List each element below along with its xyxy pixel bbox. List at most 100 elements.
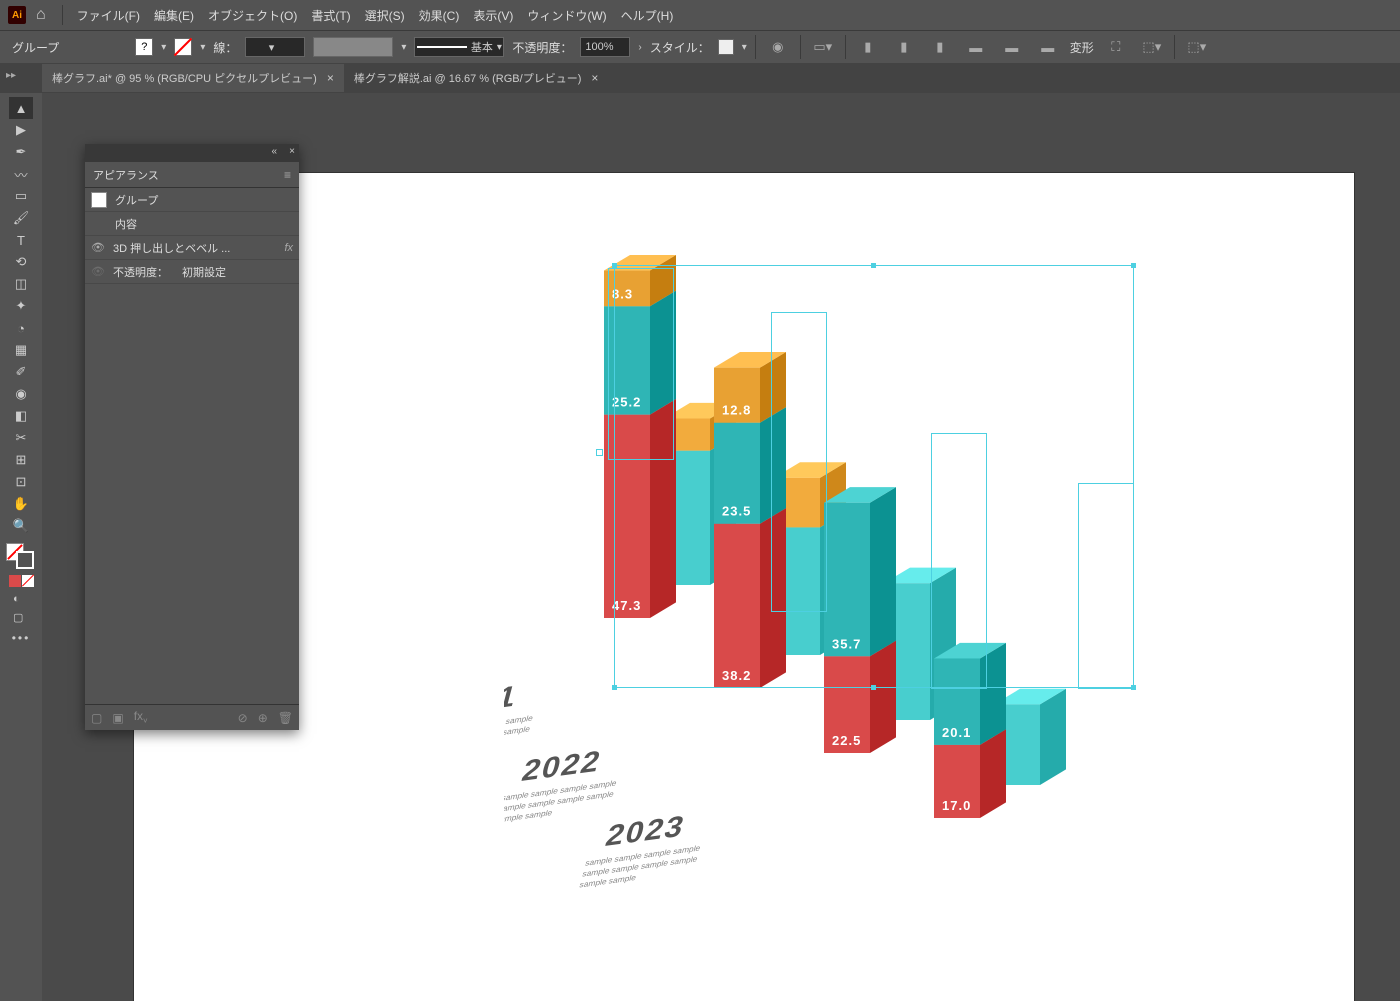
appearance-row-content[interactable]: 内容 (85, 212, 299, 236)
opacity-label: 不透明度： (512, 39, 572, 56)
clear-icon[interactable]: ⊘ (238, 711, 248, 725)
menu-view[interactable]: 表示(V) (467, 7, 519, 24)
eyedropper-tool[interactable]: ✐ (9, 361, 33, 383)
transform-icon-2[interactable]: ⬚▾ (1138, 35, 1166, 59)
fill-stroke-swatches[interactable] (6, 543, 36, 571)
appearance-row-opacity[interactable]: 👁 不透明度： 初期設定 (85, 260, 299, 284)
slice-tool[interactable]: ⊡ (9, 471, 33, 493)
menu-edit[interactable]: 編集(E) (148, 7, 200, 24)
edit-toolbar-icon[interactable]: ••• (12, 631, 31, 645)
align-icon[interactable]: ▭▾ (809, 35, 837, 59)
width-tool[interactable]: ✦ (9, 295, 33, 317)
fill-swatch[interactable]: ? (135, 38, 153, 56)
paintbrush-tool[interactable]: 🖌 (9, 207, 33, 229)
appearance-row-effect[interactable]: 👁 3D 押し出しとベベル ... fx (85, 236, 299, 260)
blend-tool[interactable]: ◉ (9, 383, 33, 405)
svg-text:sample sample sample sample: sample sample sample sample (504, 724, 532, 749)
svg-text:47.3: 47.3 (612, 598, 641, 613)
delete-icon[interactable]: 🗑 (278, 711, 293, 725)
style-swatch[interactable] (718, 39, 734, 55)
appearance-panel[interactable]: « × アピアランス ≡ グループ 内容 👁 3D 押し出しとベベル ... f… (85, 144, 299, 730)
scissors-tool[interactable]: ✂ (9, 427, 33, 449)
menu-file[interactable]: ファイル(F) (71, 7, 146, 24)
selection-tool[interactable]: ▲ (9, 97, 33, 119)
color-mode-toggle[interactable] (9, 575, 34, 587)
menu-window[interactable]: ウィンドウ(W) (521, 7, 612, 24)
align-hcenter-icon[interactable]: ▮ (890, 35, 918, 59)
menu-help[interactable]: ヘルプ(H) (615, 7, 680, 24)
thumbnail-icon (91, 192, 107, 208)
fx-icon[interactable]: fx (284, 242, 293, 254)
application-menubar: Ai ⌂ ファイル(F) 編集(E) オブジェクト(O) 書式(T) 選択(S)… (0, 0, 1400, 30)
tab-label: 棒グラフ解説.ai @ 16.67 % (RGB/プレビュー) (354, 70, 582, 86)
duplicate-icon[interactable]: ⊕ (258, 711, 268, 725)
menu-object[interactable]: オブジェクト(O) (202, 7, 303, 24)
appearance-row-group[interactable]: グループ (85, 188, 299, 212)
zoom-tool[interactable]: 🔍 (9, 515, 33, 537)
gradient-tool[interactable]: ▦ (9, 339, 33, 361)
isolate-icon[interactable]: ⬚▾ (1183, 35, 1211, 59)
artboard-tool[interactable]: ⊞ (9, 449, 33, 471)
new-fill-icon[interactable]: ▣ (112, 711, 123, 725)
transform-label[interactable]: 変形 (1070, 39, 1094, 56)
svg-text:8.3: 8.3 (612, 286, 633, 301)
stroke-weight-dropdown[interactable]: ▾ (245, 37, 305, 57)
artboard: 47.325.28.32020sample sample sample samp… (134, 173, 1354, 1001)
add-effect-icon[interactable]: fx˅ (134, 709, 148, 725)
align-right-icon[interactable]: ▮ (926, 35, 954, 59)
svg-text:25.2: 25.2 (612, 395, 641, 410)
svg-text:35.7: 35.7 (832, 636, 861, 651)
row-label: 3D 押し出しとベベル ... (113, 240, 230, 256)
curvature-tool[interactable]: 〰 (9, 163, 33, 185)
svg-text:23.5: 23.5 (722, 504, 751, 519)
draw-mode-icon[interactable]: ◐ (13, 593, 29, 607)
type-tool[interactable]: T (9, 229, 33, 251)
stroke-profile[interactable]: 基本 ▾ (414, 37, 504, 57)
collapse-icon[interactable]: « (271, 146, 277, 157)
eraser-tool[interactable]: ◧ (9, 405, 33, 427)
panel-expander-icon[interactable]: ▸▸ (6, 70, 16, 81)
row-label: 不透明度： (113, 264, 168, 280)
left-toolbar: ▲ ▶ ✒ 〰 ▭ 🖌 T ⟲ ◫ ✦ ◔ ▦ ✐ ◉ ◧ ✂ ⊞ ⊡ ✋ 🔍 … (0, 93, 42, 1001)
opacity-value[interactable]: 100% (580, 37, 630, 57)
align-left-icon[interactable]: ▮ (854, 35, 882, 59)
shapebuilder-tool[interactable]: ◔ (9, 317, 33, 339)
menu-select[interactable]: 選択(S) (359, 7, 411, 24)
scale-tool[interactable]: ◫ (9, 273, 33, 295)
panel-header[interactable]: « × (85, 144, 299, 162)
hand-tool[interactable]: ✋ (9, 493, 33, 515)
tab-document-2[interactable]: 棒グラフ解説.ai @ 16.67 % (RGB/プレビュー) × (344, 64, 609, 92)
visibility-icon[interactable]: 👁 (91, 241, 105, 254)
rectangle-tool[interactable]: ▭ (9, 185, 33, 207)
document-tabbar: ▸▸ 棒グラフ.ai* @ 95 % (RGB/CPU ピクセルプレビュー) ×… (0, 63, 1400, 93)
rotate-tool[interactable]: ⟲ (9, 251, 33, 273)
transform-icon-1[interactable]: ⛶ (1102, 35, 1130, 59)
panel-tab-appearance[interactable]: アピアランス (93, 167, 159, 183)
stroke-color-box[interactable] (313, 37, 393, 57)
bar-chart-3d: 47.325.28.32020sample sample sample samp… (504, 178, 1254, 908)
visibility-icon[interactable]: 👁 (91, 265, 105, 278)
tab-document-1[interactable]: 棒グラフ.ai* @ 95 % (RGB/CPU ピクセルプレビュー) × (42, 64, 344, 92)
stroke-swatch[interactable] (174, 38, 192, 56)
new-stroke-icon[interactable]: ▢ (91, 711, 102, 725)
close-icon[interactable]: × (289, 146, 295, 157)
align-bottom-icon[interactable]: ▬ (1034, 35, 1062, 59)
align-vcenter-icon[interactable]: ▬ (998, 35, 1026, 59)
align-top-icon[interactable]: ▬ (962, 35, 990, 59)
selection-type-label: グループ (12, 39, 59, 56)
screen-mode-icon[interactable]: ▢ (13, 611, 29, 625)
svg-text:38.2: 38.2 (722, 668, 751, 683)
home-icon[interactable]: ⌂ (36, 6, 46, 24)
recolor-icon[interactable]: ◉ (764, 35, 792, 59)
direct-selection-tool[interactable]: ▶ (9, 119, 33, 141)
control-bar: グループ ? ▾ ▾ 線： ▾ ▾ 基本 ▾ 不透明度： 100% › スタイル… (0, 30, 1400, 63)
svg-text:17.0: 17.0 (942, 798, 971, 813)
close-icon[interactable]: × (591, 71, 598, 85)
menu-type[interactable]: 書式(T) (305, 7, 356, 24)
panel-menu-icon[interactable]: ≡ (284, 168, 291, 182)
menu-effect[interactable]: 効果(C) (413, 7, 466, 24)
svg-text:22.5: 22.5 (832, 733, 861, 748)
pen-tool[interactable]: ✒ (9, 141, 33, 163)
svg-text:12.8: 12.8 (722, 403, 751, 418)
close-icon[interactable]: × (327, 71, 334, 85)
